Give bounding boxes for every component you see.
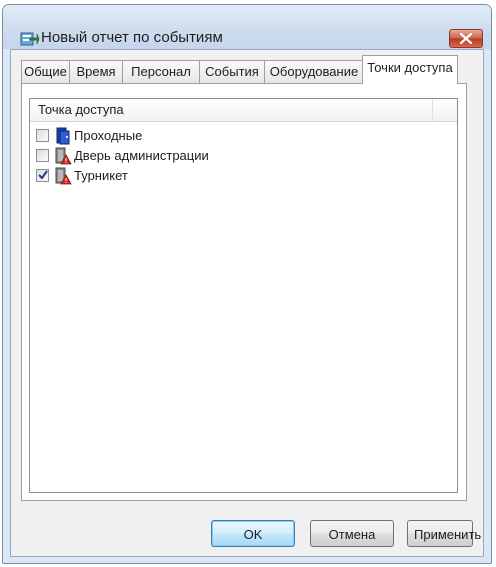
dialog-body: Общие Время Персонал События Оборудовани… (10, 49, 484, 557)
group-door-icon (54, 127, 72, 145)
list-item-checkpoints[interactable]: Проходные (36, 126, 336, 146)
list-item-turnstile[interactable]: Турникет (36, 166, 336, 186)
tab-equipment[interactable]: Оборудование (264, 60, 364, 83)
tab-personnel[interactable]: Персонал (122, 60, 200, 83)
column-divider (432, 99, 433, 121)
turnstile-alarm-icon (54, 167, 72, 185)
report-icon (20, 30, 40, 48)
title-bar[interactable]: Новый отчет по событиям (3, 5, 491, 49)
close-button[interactable] (449, 29, 483, 48)
tab-time[interactable]: Время (69, 60, 123, 83)
checkbox-turnstile[interactable] (36, 169, 49, 182)
close-icon (460, 33, 472, 44)
apply-button[interactable]: Применить (407, 520, 481, 547)
ok-button[interactable]: OK (211, 520, 295, 547)
dialog-window: Новый отчет по событиям Общие Время Перс… (2, 4, 492, 564)
list-item-admin-door[interactable]: Дверь администрации (36, 146, 336, 166)
list-item-label: Турникет (74, 168, 128, 183)
column-header-label: Точка доступа (38, 102, 124, 117)
window-title: Новый отчет по событиям (41, 29, 223, 46)
tab-general[interactable]: Общие (21, 60, 70, 83)
tab-events[interactable]: События (199, 60, 265, 83)
access-point-list[interactable]: Точка доступа Проходные Дверь администра… (29, 98, 458, 493)
checkbox-admin-door[interactable] (36, 149, 49, 162)
door-alarm-icon (54, 147, 72, 165)
checkmark-icon (38, 170, 48, 180)
checkbox-checkpoints[interactable] (36, 129, 49, 142)
tab-access-points[interactable]: Точки доступа (362, 55, 458, 84)
list-item-label: Дверь администрации (74, 148, 209, 163)
list-column-header[interactable]: Точка доступа (30, 99, 457, 122)
list-item-label: Проходные (74, 128, 143, 143)
cancel-button[interactable]: Отмена (310, 520, 394, 547)
